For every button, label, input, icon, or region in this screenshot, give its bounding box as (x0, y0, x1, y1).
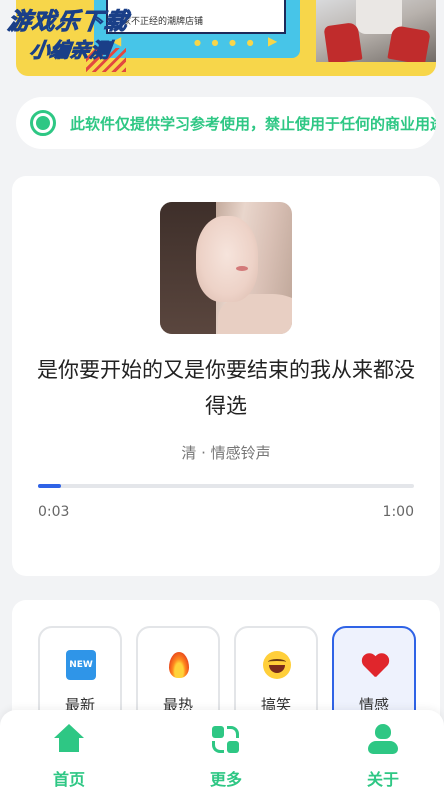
nav-home-label: 首页 (52, 770, 85, 789)
heart-icon (360, 650, 390, 680)
progress-bar[interactable] (38, 484, 414, 488)
nav-more[interactable]: 更多 (186, 724, 266, 789)
notice-text: 此软件仅提供学习参考使用，禁止使用于任何的商业用途 (70, 115, 436, 133)
watermark: 游戏乐下载 小编亲测 (2, 8, 131, 64)
notice-bar: 此软件仅提供学习参考使用，禁止使用于任何的商业用途 (16, 97, 436, 149)
watermark-line-1: 游戏乐下载 (6, 9, 131, 36)
song-title: 是你要开始的又是你要结束的我从来都没得选 (37, 358, 415, 418)
watermark-line-2: 小编亲测 (28, 38, 112, 63)
time-total: 1:00 (382, 504, 414, 520)
progress-fill (38, 484, 61, 488)
time-current: 0:03 (38, 504, 70, 520)
laughing-emoji-icon (262, 650, 292, 680)
album-cover[interactable] (160, 202, 292, 334)
new-icon: NEW (66, 650, 96, 680)
notice-dot-icon (30, 110, 56, 136)
banner-arrow-right-icon: ▶ (268, 34, 278, 48)
refresh-grid-icon (210, 724, 242, 756)
banner-screen-text: 家不正经的潮牌店铺 (106, 0, 286, 34)
nav-about[interactable]: 关于 (343, 724, 423, 789)
nav-home[interactable]: 首页 (29, 724, 109, 789)
bottom-nav: 首页 更多 关于 (0, 710, 444, 789)
banner-photo (316, 0, 436, 62)
player-card: 是你要开始的又是你要结束的我从来都没得选 清 · 情感铃声 0:03 1:00 (12, 176, 440, 576)
nav-more-label: 更多 (209, 770, 242, 789)
nav-about-label: 关于 (366, 770, 399, 789)
home-icon (53, 724, 85, 756)
banner-dots: ● ● ● ● (194, 38, 258, 47)
user-icon (367, 724, 399, 756)
fire-icon (164, 650, 194, 680)
song-artist: 清 · 情感铃声 (181, 444, 271, 462)
